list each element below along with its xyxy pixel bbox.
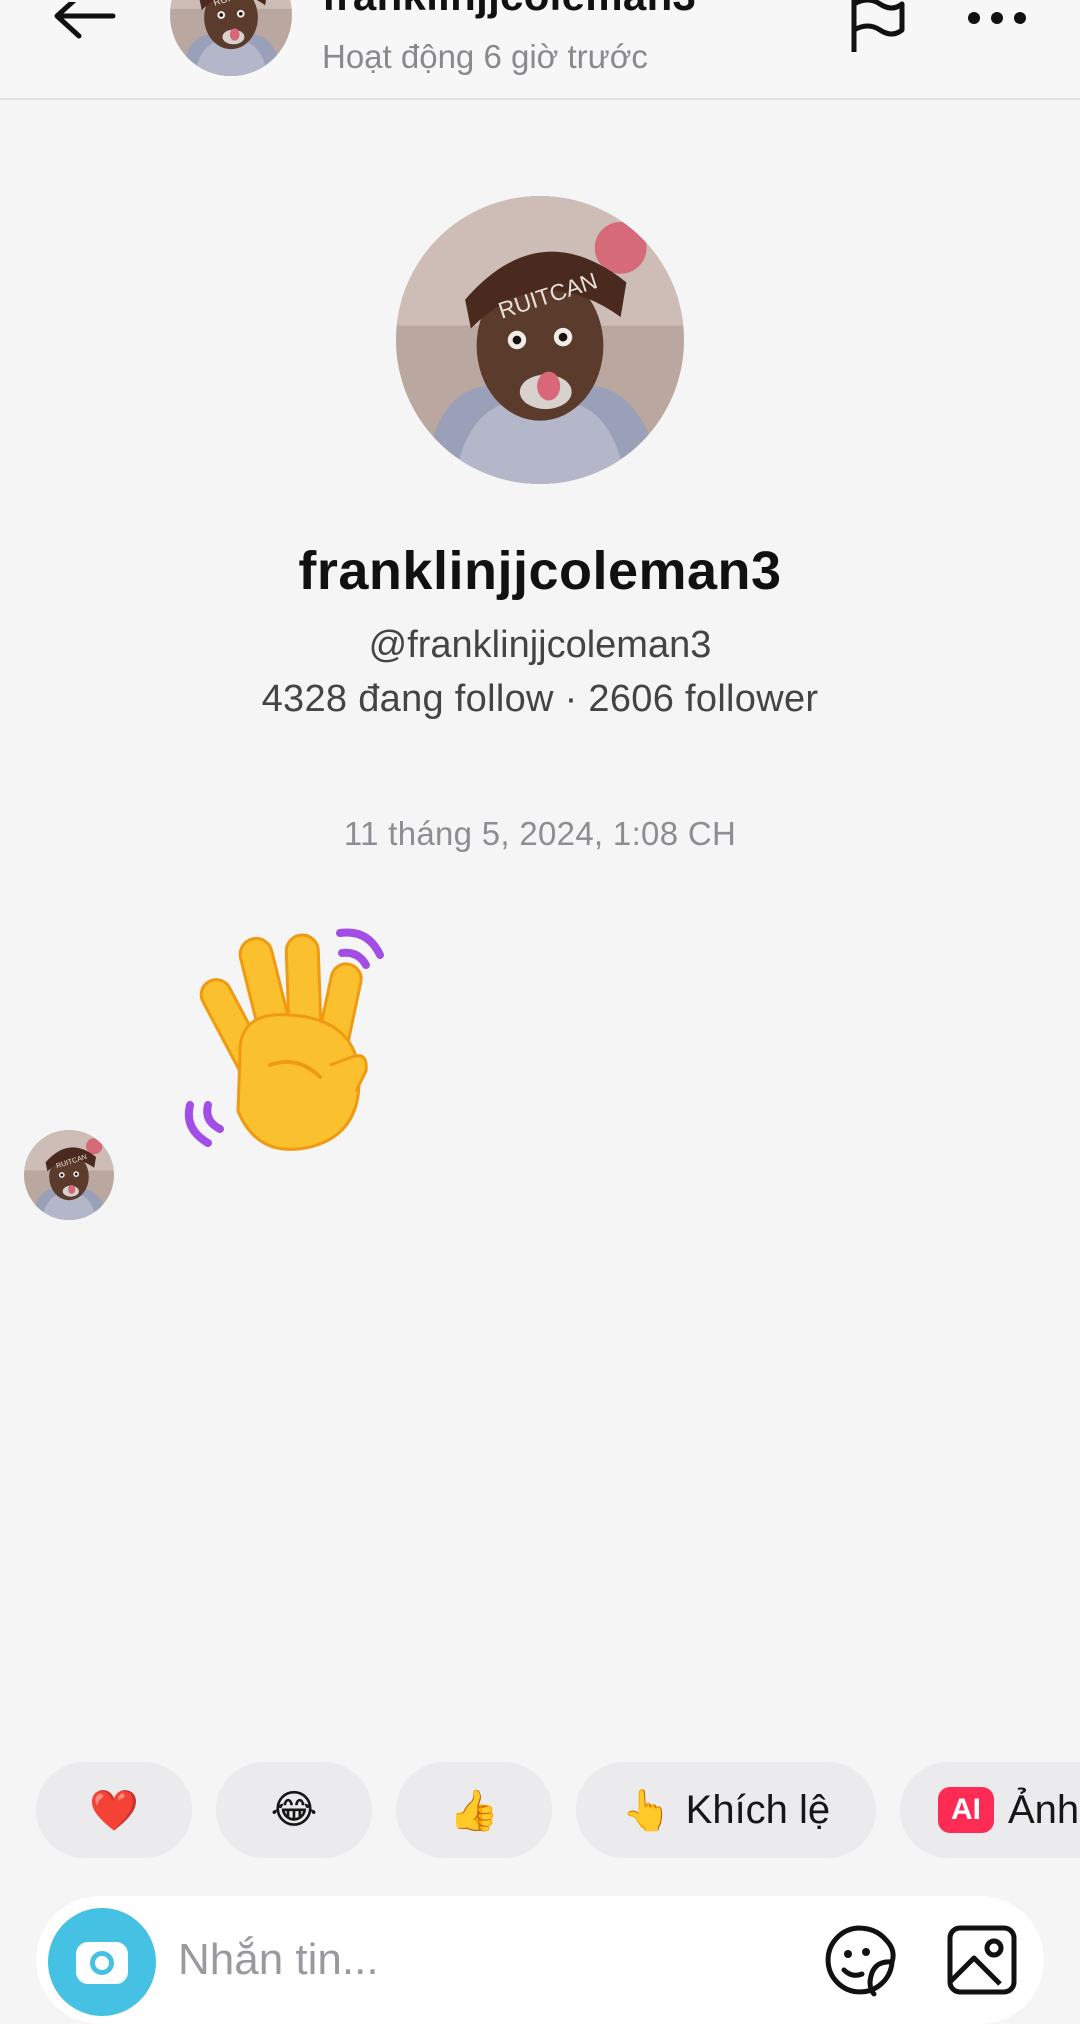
quick-reply-encourage-label: Khích lệ	[685, 1787, 831, 1832]
quick-reply-ai-image-label: Ảnh	[1008, 1787, 1080, 1832]
quick-reply-ai-image[interactable]: AI Ảnh	[900, 1762, 1080, 1858]
profile-follow-stats: 4328 đang follow · 2606 follower	[261, 678, 819, 720]
laughing-emoji: 😂	[270, 1788, 318, 1832]
header-username[interactable]: franklinjjcoleman3	[322, 0, 696, 20]
more-horizontal-icon	[968, 12, 1026, 24]
image-button[interactable]	[942, 1920, 1022, 2000]
thumbs-up-emoji: 👍	[449, 1788, 499, 1833]
header-avatar[interactable]	[170, 0, 292, 76]
quick-reply-bar: ❤️ 😂 👍 👆 Khích lệ AI Ảnh	[0, 1762, 1080, 1860]
heart-emoji: ❤️	[89, 1788, 139, 1833]
more-options-button[interactable]	[962, 0, 1032, 40]
quick-reply-laugh[interactable]: 😂	[216, 1762, 372, 1858]
camera-icon	[76, 1942, 128, 1984]
image-icon	[947, 1925, 1017, 1995]
waving-hand-icon	[184, 928, 384, 1151]
sticker-button[interactable]	[820, 1920, 900, 2000]
profile-display-name[interactable]: franklinjjcoleman3	[0, 540, 1080, 602]
profile-avatar[interactable]	[396, 196, 684, 484]
message-timestamp: 11 tháng 5, 2024, 1:08 CH	[343, 815, 737, 852]
arrow-left-icon	[54, 2, 116, 39]
chat-header: franklinjjcoleman3 Hoạt động 6 giờ trước	[0, 0, 1080, 100]
message-composer	[36, 1896, 1044, 2024]
ai-badge-icon: AI	[938, 1787, 994, 1833]
pointing-hand-emoji: 👆	[621, 1788, 672, 1833]
profile-handle: @franklinjjcoleman3	[368, 624, 712, 666]
quick-reply-thumbs-up[interactable]: 👍	[396, 1762, 552, 1858]
quick-reply-encourage[interactable]: 👆 Khích lệ	[576, 1762, 876, 1858]
message-input[interactable]	[178, 1920, 818, 2000]
back-button[interactable]	[44, 0, 124, 48]
waving-hand-sticker[interactable]	[180, 915, 420, 1165]
camera-button[interactable]	[48, 1908, 156, 2016]
sticker-icon	[825, 1925, 896, 1997]
message-sender-avatar[interactable]	[24, 1130, 114, 1220]
report-button[interactable]	[844, 0, 908, 52]
quick-reply-heart[interactable]: ❤️	[36, 1762, 192, 1858]
flag-icon	[851, 0, 905, 52]
activity-status: Hoạt động 6 giờ trước	[322, 38, 648, 75]
